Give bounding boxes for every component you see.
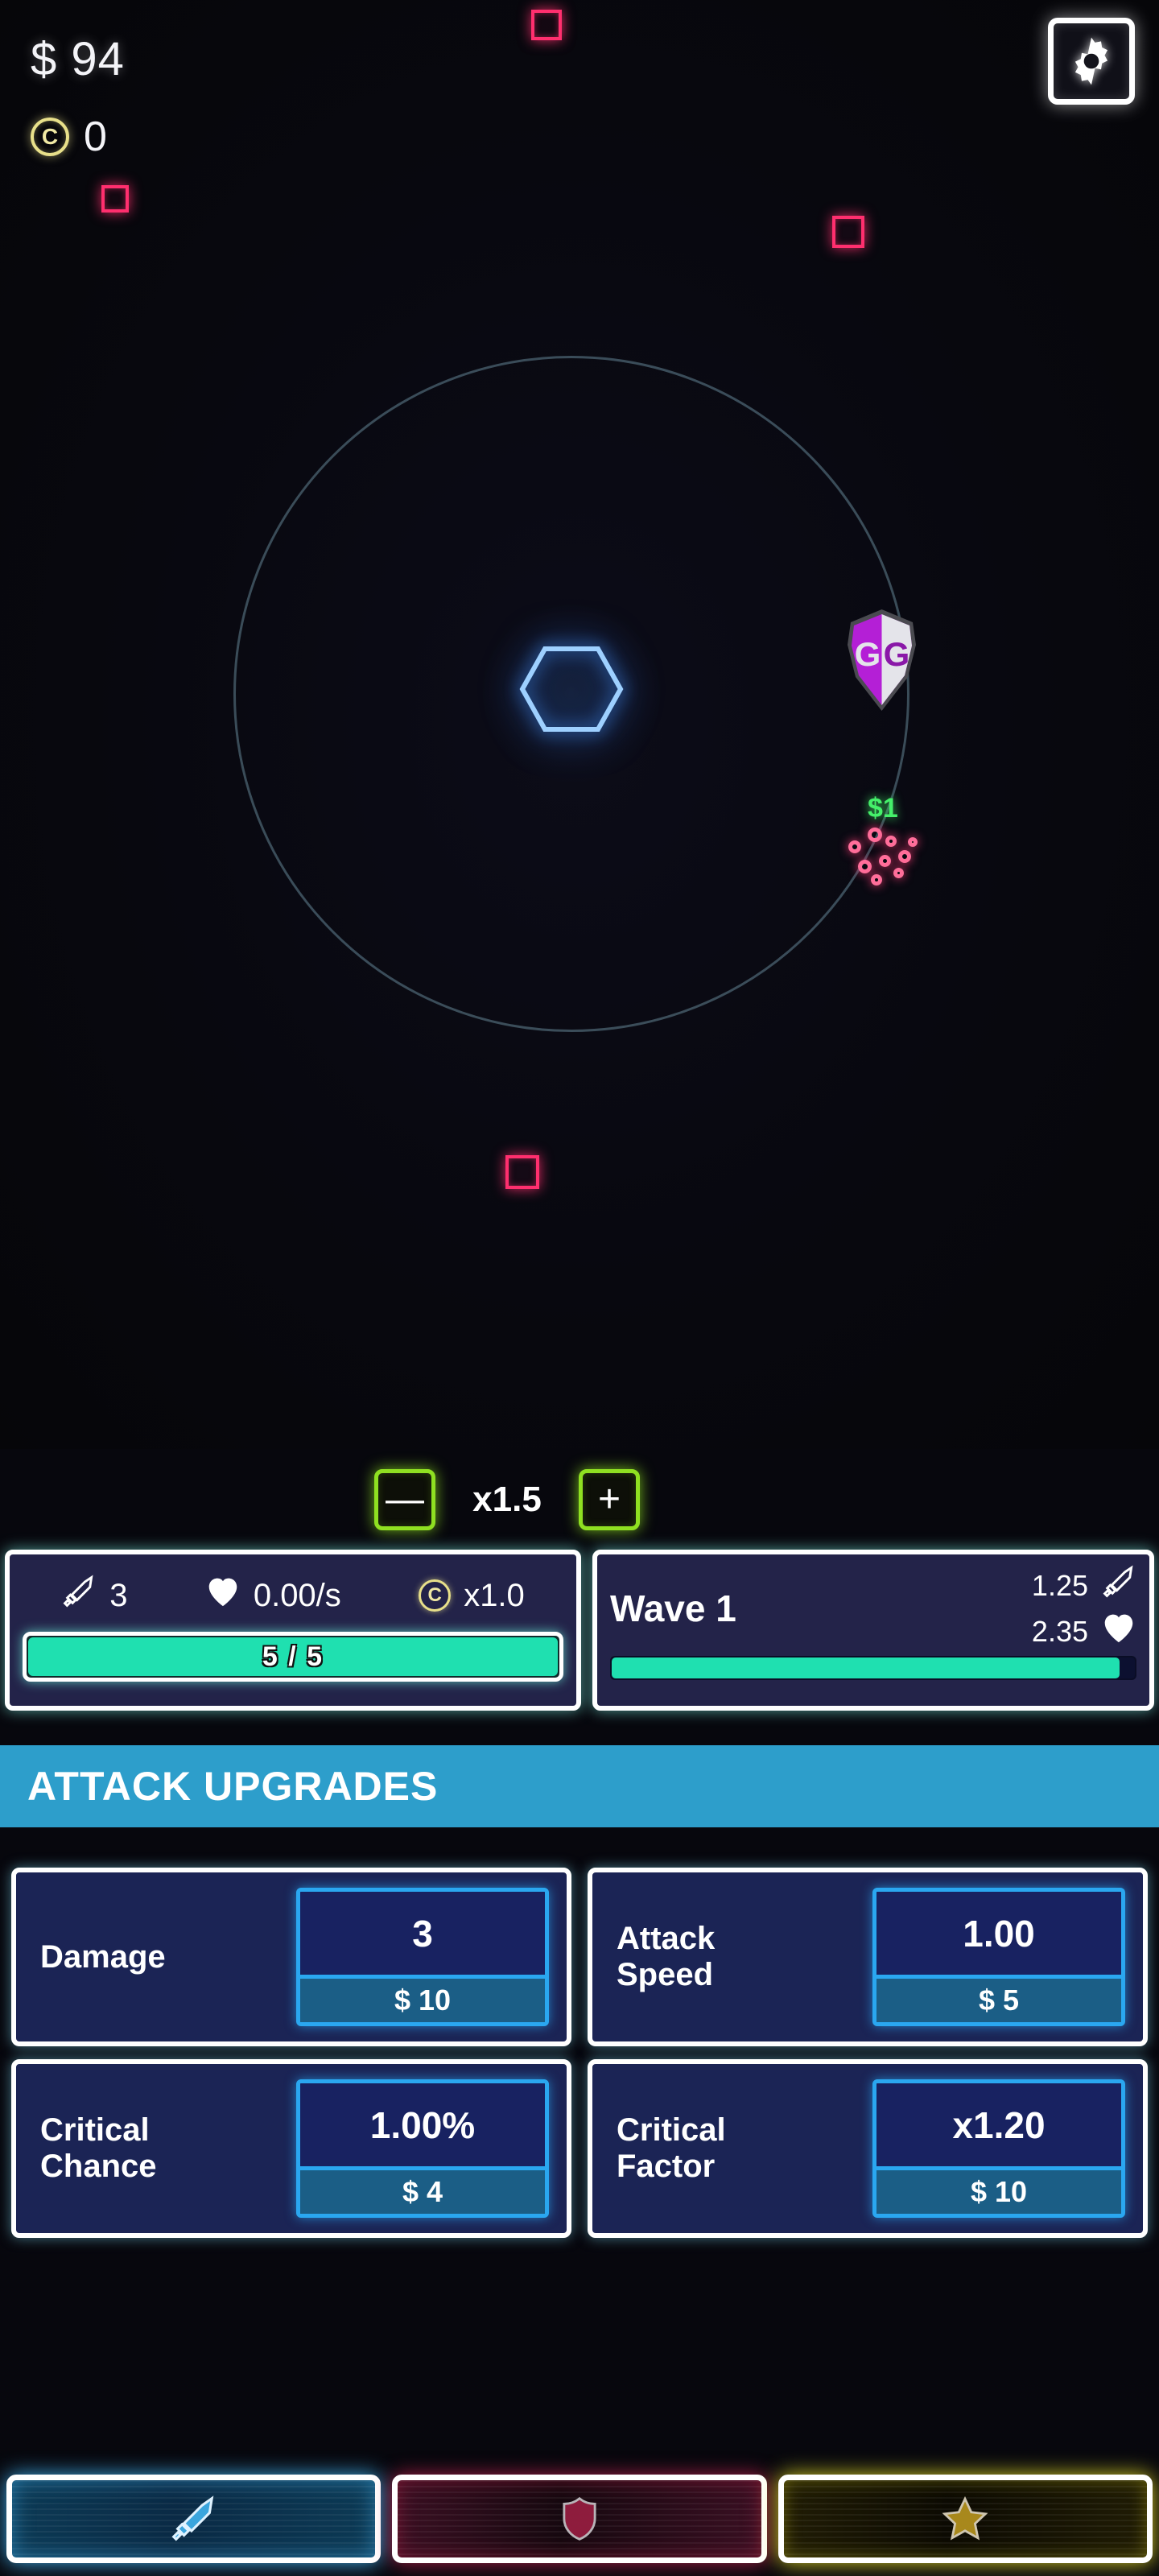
- upgrade-buy-area[interactable]: 3 $ 10: [296, 1888, 549, 2026]
- health-bar-label: 5 / 5: [262, 1641, 324, 1672]
- upgrade-value: 1.00%: [300, 2083, 545, 2170]
- wave-progress-fill: [612, 1657, 1120, 1678]
- upgrade-cost[interactable]: $ 5: [876, 1979, 1121, 2022]
- upgrade-card-critical-factor[interactable]: Critical Factor x1.20 $ 10: [588, 2059, 1148, 2238]
- player-stat-row: 3 0.00/s C x1.0: [23, 1564, 563, 1627]
- upgrade-name: Attack Speed: [617, 1921, 716, 1992]
- upgrade-cost[interactable]: $ 10: [876, 2170, 1121, 2214]
- sword-icon: [61, 1574, 97, 1617]
- coin-icon: C: [419, 1579, 452, 1612]
- upgrade-buy-area[interactable]: 1.00% $ 4: [296, 2079, 549, 2218]
- wave-progress-bar: [610, 1656, 1136, 1680]
- upgrade-grid: Damage 3 $ 10 Attack Speed 1.00 $ 5 Criti…: [11, 1868, 1148, 2238]
- upgrade-value: 1.00: [876, 1892, 1121, 1979]
- wave-enemy-stats: 1.25 2.35: [1032, 1564, 1136, 1651]
- square-enemy[interactable]: [505, 1155, 539, 1189]
- upgrade-buy-area[interactable]: 1.00 $ 5: [872, 1888, 1125, 2026]
- shield-logo-icon: G G: [848, 609, 916, 711]
- coin-icon: C: [31, 118, 69, 156]
- upgrade-name: Damage: [40, 1938, 166, 1975]
- gem-count: 0: [84, 114, 107, 160]
- player-regen-stat: 0.00/s: [205, 1575, 341, 1616]
- gear-icon: [1074, 37, 1108, 85]
- health-bar: 5 / 5: [23, 1632, 563, 1682]
- coin-drop-label: $1: [868, 793, 898, 824]
- status-panels: 3 0.00/s C x1.0 5 / 5 Wave 1 1.25 2.35: [0, 1550, 1159, 1711]
- upgrade-card-attack-speed[interactable]: Attack Speed 1.00 $ 5: [588, 1868, 1148, 2046]
- wave-enemy-health-value: 2.35: [1031, 1614, 1088, 1648]
- gem-counter: C 0: [31, 113, 107, 161]
- square-enemy[interactable]: [101, 185, 129, 213]
- player-damage-value: 3: [109, 1577, 128, 1613]
- star-icon: [942, 2496, 988, 2541]
- death-particles: [843, 821, 940, 894]
- upgrade-card-damage[interactable]: Damage 3 $ 10: [11, 1868, 571, 2046]
- svg-text:G: G: [855, 635, 881, 673]
- wave-header: Wave 1 1.25 2.35: [610, 1564, 1136, 1653]
- wave-enemy-damage-value: 1.25: [1031, 1568, 1088, 1602]
- tab-defense[interactable]: [392, 2475, 767, 2563]
- sword-icon: [1101, 1564, 1136, 1607]
- svg-text:G: G: [884, 635, 910, 673]
- upgrade-value: x1.20: [876, 2083, 1121, 2170]
- upgrade-card-critical-chance[interactable]: Critical Chance 1.00% $ 4: [11, 2059, 571, 2238]
- upgrade-name: Critical Factor: [617, 2112, 726, 2184]
- speed-controls: — x1.5 +: [0, 1469, 1159, 1530]
- player-damage-stat: 3: [61, 1574, 127, 1617]
- heart-icon: [205, 1575, 241, 1616]
- square-enemy[interactable]: [531, 10, 562, 40]
- settings-button[interactable]: [1048, 18, 1135, 105]
- wave-panel: Wave 1 1.25 2.35: [592, 1550, 1154, 1711]
- wave-label: Wave 1: [610, 1587, 736, 1629]
- wave-enemy-health: 2.35: [1032, 1612, 1136, 1651]
- gg-shield-logo: G G: [843, 608, 920, 712]
- shield-icon: [563, 2496, 596, 2541]
- speed-decrease-button[interactable]: —: [374, 1469, 435, 1530]
- bottom-tab-bar: [0, 2463, 1159, 2576]
- player-regen-value: 0.00/s: [253, 1577, 341, 1613]
- money-counter: $ 94: [31, 33, 125, 85]
- upgrade-name: Critical Chance: [40, 2112, 157, 2184]
- square-enemy[interactable]: [832, 216, 864, 248]
- game-screen: $ 94 C 0 G G $1 — x1.5 + 3 0.00/s C x1.0…: [0, 0, 1159, 2576]
- minus-icon: —: [386, 1478, 424, 1521]
- attack-upgrades-header: ATTACK UPGRADES: [0, 1745, 1159, 1827]
- coin-multiplier-stat: C x1.0: [419, 1578, 525, 1614]
- upgrade-cost[interactable]: $ 10: [300, 1979, 545, 2022]
- sword-icon: [171, 2496, 213, 2541]
- upgrade-cost[interactable]: $ 4: [300, 2170, 545, 2214]
- tab-utility[interactable]: [777, 2475, 1153, 2563]
- hexagon-tower-icon: [519, 646, 624, 732]
- coin-multiplier-value: x1.0: [464, 1577, 525, 1613]
- wave-enemy-damage: 1.25: [1032, 1564, 1136, 1607]
- plus-icon: +: [597, 1478, 621, 1521]
- section-title: ATTACK UPGRADES: [27, 1764, 439, 1809]
- speed-value: x1.5: [472, 1480, 542, 1519]
- hexagon-tower[interactable]: [519, 644, 624, 734]
- heart-icon: [1101, 1612, 1136, 1651]
- player-stats-panel: 3 0.00/s C x1.0 5 / 5: [5, 1550, 581, 1711]
- upgrade-buy-area[interactable]: x1.20 $ 10: [872, 2079, 1125, 2218]
- speed-increase-button[interactable]: +: [579, 1469, 640, 1530]
- upgrade-value: 3: [300, 1892, 545, 1979]
- game-field[interactable]: $ 94 C 0 G G $1: [0, 0, 1159, 1449]
- tab-attack[interactable]: [6, 2475, 382, 2563]
